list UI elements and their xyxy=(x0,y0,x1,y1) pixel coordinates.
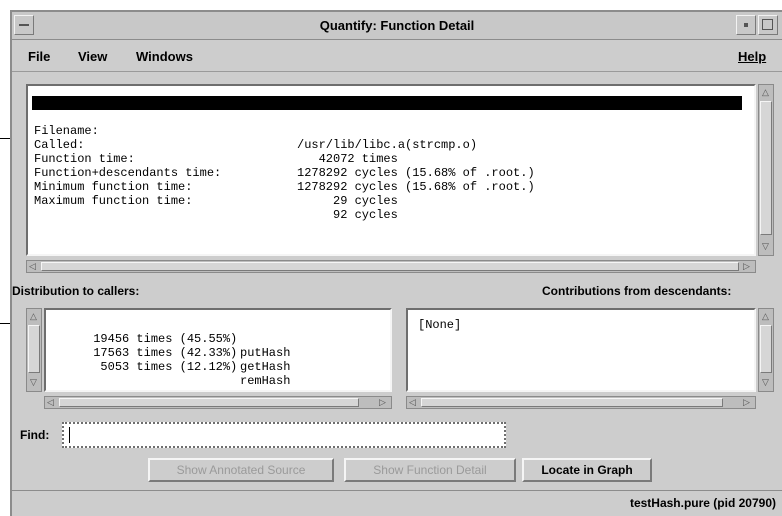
caller-name: remHash xyxy=(240,374,291,388)
detail-horizontal-scrollbar[interactable]: ◁ ▷ xyxy=(26,260,756,273)
caller-row[interactable]: 17563 times (42.33%) getHash xyxy=(50,332,290,374)
descendants-heading: Contributions from descendants: xyxy=(542,284,732,298)
callers-list[interactable]: 19456 times (45.55%) putHash 17563 times… xyxy=(44,308,392,392)
scroll-left-icon[interactable]: ◁ xyxy=(47,397,54,407)
find-label: Find: xyxy=(20,428,50,442)
text-cursor-icon xyxy=(69,427,70,443)
menu-windows[interactable]: Windows xyxy=(136,49,193,64)
detail-row[interactable]: Function time: 1278292 cycles (15.68% of… xyxy=(32,138,742,180)
detail-value: 29 cycles xyxy=(297,194,398,208)
scroll-right-icon[interactable]: ▷ xyxy=(743,261,750,271)
maximize-button[interactable] xyxy=(758,15,778,35)
caller-row[interactable]: 19456 times (45.55%) putHash xyxy=(50,318,290,360)
scroll-up-icon[interactable]: △ xyxy=(762,87,769,97)
detail-vertical-scrollbar[interactable]: △ ▽ xyxy=(758,84,774,256)
scroll-up-icon[interactable]: △ xyxy=(30,311,37,321)
descendant-row[interactable]: [None] xyxy=(418,318,461,332)
scroll-down-icon[interactable]: ▽ xyxy=(762,377,769,387)
menu-help[interactable]: Help xyxy=(738,49,766,64)
detail-row[interactable]: Minimum function time: 29 cycles xyxy=(32,166,742,208)
scroll-thumb[interactable] xyxy=(59,398,359,407)
callers-vertical-scrollbar[interactable]: △ ▽ xyxy=(26,308,42,392)
show-function-detail-button[interactable]: Show Function Detail xyxy=(344,458,516,482)
detail-row[interactable]: Called: 42072 times xyxy=(32,124,742,166)
quantify-window: Quantify: Function Detail File View Wind… xyxy=(10,10,782,516)
detail-row-selected[interactable]: Function name: strcmp xyxy=(32,96,742,138)
caller-name: putHash xyxy=(240,346,291,360)
scroll-down-icon[interactable]: ▽ xyxy=(762,241,769,251)
scroll-thumb[interactable] xyxy=(760,101,772,235)
detail-value: 92 cycles xyxy=(297,208,398,222)
callers-heading: Distribution to callers: xyxy=(12,284,140,298)
scroll-up-icon[interactable]: △ xyxy=(762,311,769,321)
scroll-left-icon[interactable]: ◁ xyxy=(29,261,36,271)
detail-label: Maximum function time: xyxy=(34,194,193,208)
menu-file[interactable]: File xyxy=(28,49,50,64)
detail-row[interactable]: Filename: /usr/lib/libc.a(strcmp.o) xyxy=(32,110,742,152)
window-title: Quantify: Function Detail xyxy=(319,18,475,33)
menu-bar: File View Windows Help xyxy=(12,40,782,72)
show-annotated-source-button[interactable]: Show Annotated Source xyxy=(148,458,334,482)
scroll-down-icon[interactable]: ▽ xyxy=(30,377,37,387)
detail-row[interactable]: Function+descendants time: 1278292 cycle… xyxy=(32,152,742,194)
scroll-thumb[interactable] xyxy=(41,262,739,271)
descendants-list[interactable]: [None] xyxy=(406,308,756,392)
caller-row[interactable]: 5053 times (12.12%) remHash xyxy=(50,346,290,388)
find-input[interactable] xyxy=(62,422,506,448)
scroll-right-icon[interactable]: ▷ xyxy=(743,397,750,407)
descendants-vertical-scrollbar[interactable]: △ ▽ xyxy=(758,308,774,392)
scroll-thumb[interactable] xyxy=(421,398,723,407)
menu-view[interactable]: View xyxy=(78,49,107,64)
scroll-right-icon[interactable]: ▷ xyxy=(379,397,386,407)
minimize-button[interactable] xyxy=(736,15,756,35)
scroll-thumb[interactable] xyxy=(760,325,772,373)
function-detail-panel[interactable]: Function name: strcmp Filename: /usr/lib… xyxy=(26,84,756,256)
locate-in-graph-button[interactable]: Locate in Graph xyxy=(522,458,652,482)
detail-row[interactable]: Maximum function time: 92 cycles xyxy=(32,180,742,222)
caller-count: 5053 times (12.12%) xyxy=(93,360,238,374)
caller-name: getHash xyxy=(240,360,291,374)
title-bar[interactable]: Quantify: Function Detail xyxy=(12,12,782,40)
descendants-horizontal-scrollbar[interactable]: ◁ ▷ xyxy=(406,396,756,409)
callers-horizontal-scrollbar[interactable]: ◁ ▷ xyxy=(44,396,392,409)
scroll-thumb[interactable] xyxy=(28,325,40,373)
status-text: testHash.pure (pid 20790) xyxy=(629,496,776,510)
scroll-left-icon[interactable]: ◁ xyxy=(409,397,416,407)
status-bar: testHash.pure (pid 20790) xyxy=(12,490,782,516)
